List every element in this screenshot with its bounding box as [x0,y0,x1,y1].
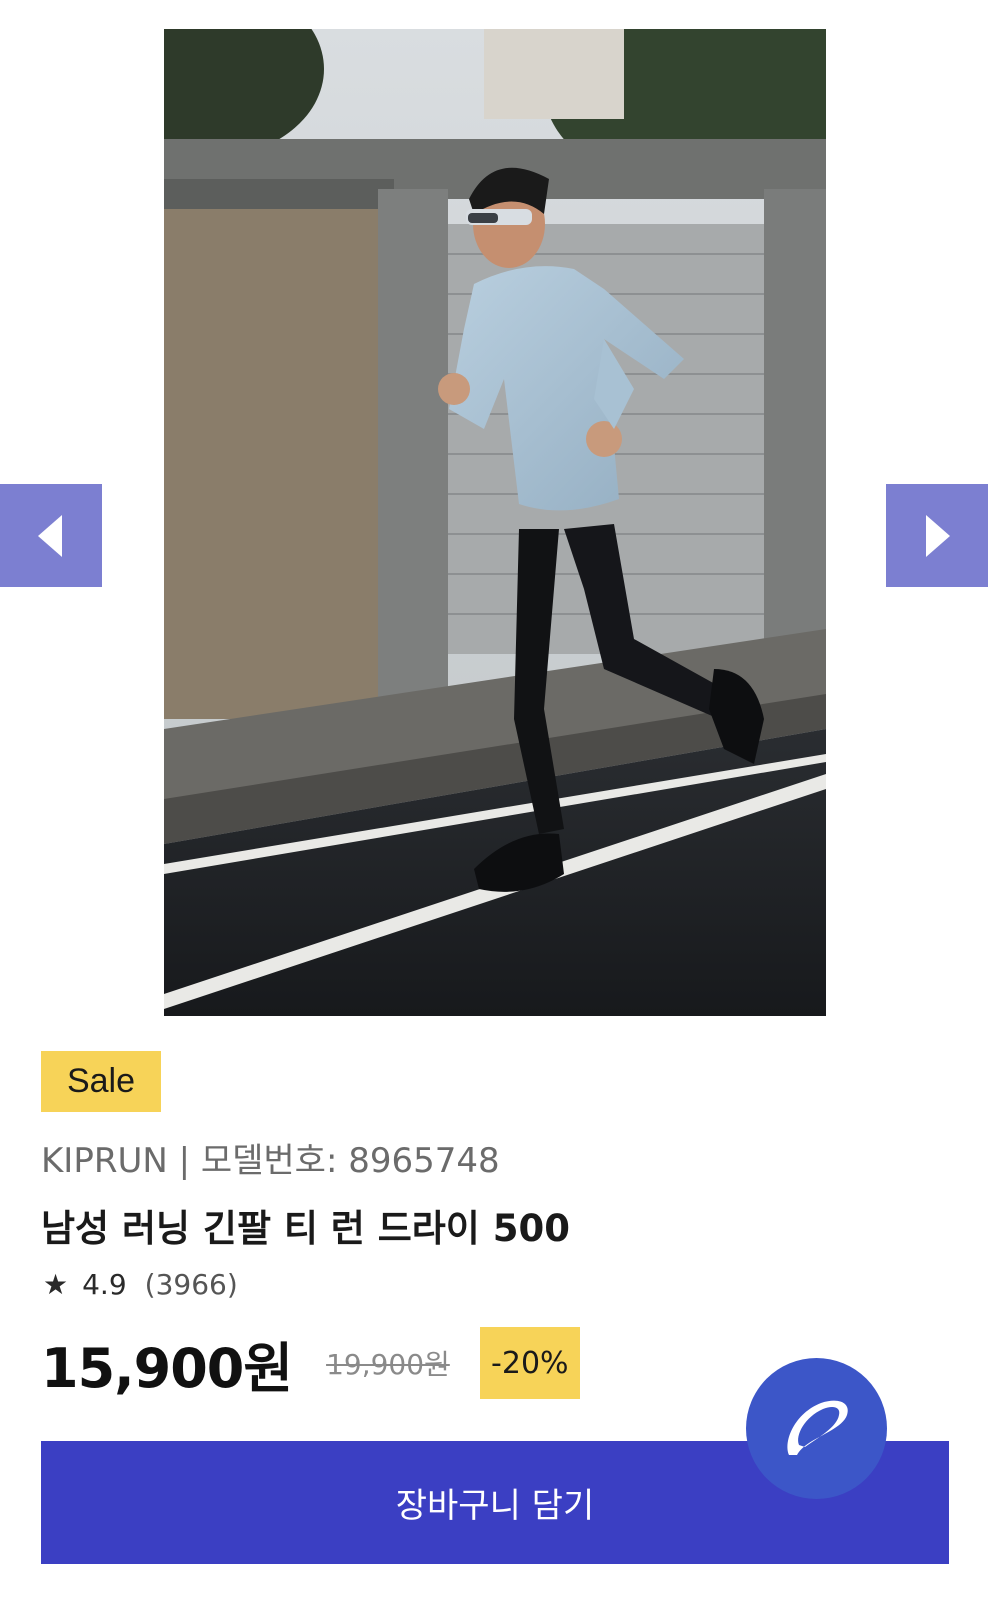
sale-badge: Sale [41,1051,161,1112]
caret-left-icon [38,514,62,557]
product-page: Sale KIPRUN | 모델번호: 8965748 남성 러닝 긴팔 티 런… [0,0,1000,1623]
runner-photo [164,29,826,1016]
floating-brand-button[interactable] [746,1358,887,1499]
current-price: 15,900원 [41,1336,293,1400]
discount-badge: -20% [479,1327,580,1399]
rating-score: 4.9 [82,1268,127,1301]
brand-model-line: KIPRUN | 모델번호: 8965748 [41,1141,500,1181]
original-price: 19,900원 [326,1348,450,1381]
carousel-next-button[interactable] [886,484,988,587]
carousel-prev-button[interactable] [0,484,102,587]
review-count[interactable]: (3966) [145,1268,238,1301]
product-image[interactable] [164,29,826,1016]
price-row: 15,900원 19,900원 -20% [41,1327,580,1400]
product-title: 남성 러닝 긴팔 티 런 드라이 500 [41,1207,570,1250]
brand-swoosh-icon [786,1400,848,1455]
caret-right-icon [926,514,950,557]
rating-row[interactable]: ★ 4.9 (3966) [43,1268,238,1301]
star-icon: ★ [43,1268,69,1301]
